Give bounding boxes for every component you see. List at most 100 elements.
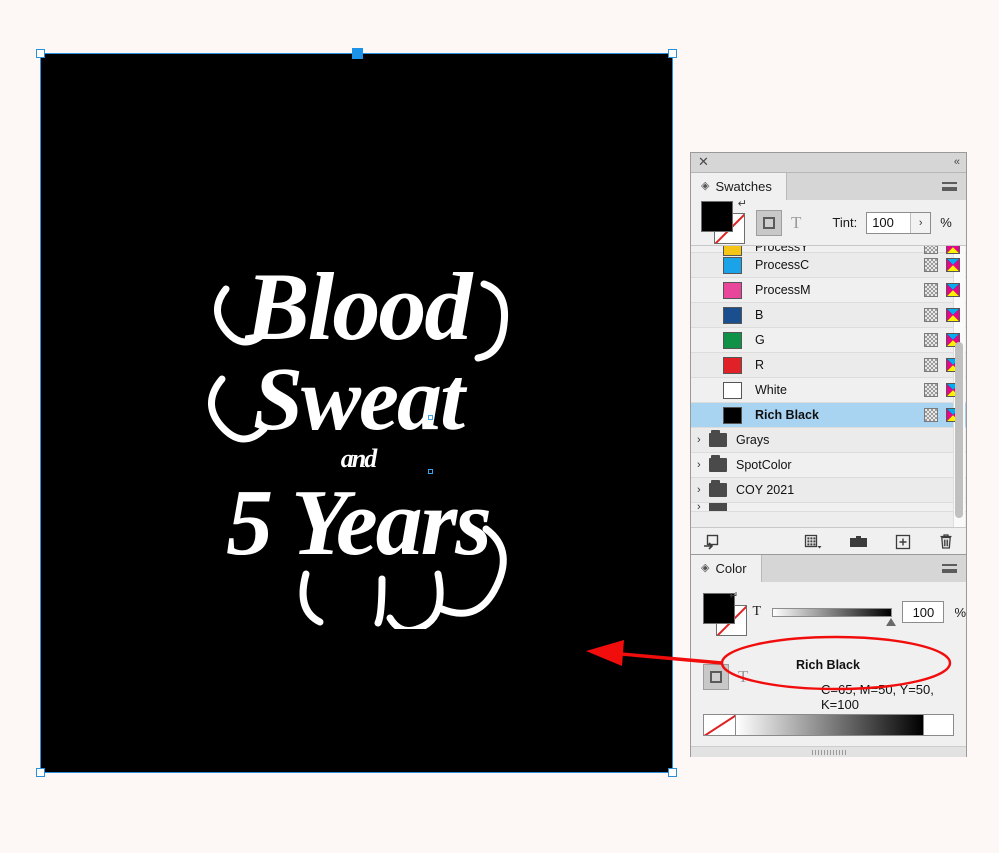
swatches-tabbar: ◈ Swatches [691, 173, 966, 200]
delete-swatch-icon[interactable] [938, 533, 954, 550]
object-fill-mode-button[interactable] [756, 209, 782, 236]
tint-label: Tint: [832, 215, 858, 230]
cmyk-mode-icon [946, 283, 960, 297]
swatch-row-g[interactable]: G [691, 328, 966, 353]
tab-color-label: Color [715, 561, 747, 576]
color-menu-icon[interactable] [932, 555, 966, 582]
chevron-right-icon[interactable]: › [697, 459, 709, 471]
swatch-group-label: COY 2021 [736, 483, 795, 497]
swatch-row-icons [924, 283, 960, 297]
new-swatch-glyph [895, 534, 911, 549]
collapse-panel-icon[interactable]: « [954, 157, 960, 168]
swatch-group-spotcolor[interactable]: › SpotColor [691, 453, 966, 478]
swatch-name: B [755, 308, 764, 322]
swatches-panel[interactable]: ✕ « ◈ Swatches ↵ T Tint: 100 › % Process… [690, 152, 967, 555]
text-fill-mode-button[interactable]: T [791, 213, 801, 233]
new-swatch-icon[interactable] [895, 534, 911, 550]
tint-indicator-icon [924, 283, 938, 297]
swatch-group-label: Grays [736, 433, 770, 447]
swatch-group-grays[interactable]: › Grays [691, 428, 966, 453]
tab-swatches[interactable]: ◈ Swatches [691, 173, 787, 200]
swatch-group-label: SpotColor [736, 458, 792, 472]
cmyk-mode-icon [946, 246, 960, 254]
swatch-color-chip [723, 381, 742, 399]
tabbar-spacer [762, 555, 932, 582]
swatch-color-chip [723, 281, 742, 299]
swatch-row-icons [924, 308, 960, 322]
chevron-right-icon[interactable]: › [697, 434, 709, 446]
swatch-name: G [755, 333, 765, 347]
tint-slider[interactable] [772, 607, 897, 626]
swatch-group-coy-2021[interactable]: › COY 2021 [691, 478, 966, 503]
swatch-name: ProcessM [755, 283, 811, 297]
close-icon[interactable]: ✕ [698, 156, 709, 169]
swatch-name: Rich Black [755, 408, 819, 422]
color-panel-body: ↵ T 100 % T Rich Black C=65, M=50, Y=50,… [691, 582, 966, 757]
swatch-color-chip [723, 246, 742, 256]
swatch-row-processm[interactable]: ProcessM [691, 278, 966, 303]
selection-handle-bottom-right[interactable] [668, 768, 677, 777]
swatch-row-icons [924, 246, 960, 254]
show-swatch-groups-icon[interactable] [703, 534, 720, 550]
swatch-name: ProcessC [755, 258, 810, 272]
new-folder-icon[interactable] [849, 534, 868, 549]
selection-handle-bottom-left[interactable] [36, 768, 45, 777]
swatches-menu-icon[interactable] [932, 173, 966, 200]
tint-indicator-icon [924, 258, 938, 272]
selection-handle-top-right[interactable] [668, 49, 677, 58]
swatches-list[interactable]: ProcessY ProcessC ProcessM B G R White R… [691, 245, 966, 527]
swatch-color-chip [723, 331, 742, 349]
tint-field-group[interactable]: 100 › [866, 211, 932, 234]
tint-indicator-icon [924, 308, 938, 322]
swap-fill-stroke-icon[interactable]: ↵ [738, 198, 747, 210]
swatch-color-chip [723, 256, 742, 274]
diamond-icon: ◈ [701, 562, 710, 574]
swatch-name: R [755, 358, 765, 372]
artboard-selection[interactable]: Blood Sweat and 5 Years [36, 48, 677, 777]
grayscale-ramp[interactable] [736, 715, 923, 735]
object-fill-mode-button[interactable] [703, 664, 729, 690]
tab-color[interactable]: ◈ Color [691, 555, 762, 582]
fill-stroke-proxy[interactable]: ↵ [701, 198, 747, 245]
none-color-swatch[interactable] [704, 715, 736, 735]
panel-resize-grip[interactable] [691, 746, 966, 757]
chevron-right-icon[interactable]: › [697, 484, 709, 496]
color-fill-stroke-proxy[interactable]: ↵ [703, 591, 747, 637]
show-swatch-groups-glyph [704, 534, 719, 550]
folder-icon [709, 430, 727, 447]
tint-indicator-icon [924, 358, 938, 372]
swatches-header-row: ↵ T Tint: 100 › % [691, 198, 966, 245]
swatch-group-partial[interactable]: › [691, 503, 966, 512]
swatches-panel-topbar: ✕ « [691, 153, 966, 173]
artboard[interactable] [40, 53, 673, 773]
swatch-row-white[interactable]: White [691, 378, 966, 403]
swatch-row-b[interactable]: B [691, 303, 966, 328]
color-spectrum-bar[interactable] [703, 714, 954, 736]
tint-value-input[interactable]: 100 [902, 601, 945, 623]
tint-input[interactable]: 100 [867, 212, 911, 233]
color-panel[interactable]: ◈ Color ↵ T 100 % T Rich Black C=65, M=5… [690, 554, 967, 757]
tint-slider-thumb[interactable] [886, 617, 897, 626]
tint-percent-label: % [940, 215, 952, 230]
folder-icon [709, 480, 727, 497]
swatch-row-processy[interactable]: ProcessY [691, 246, 966, 256]
text-fill-mode-button[interactable]: T [738, 667, 748, 687]
tab-swatches-label: Swatches [715, 179, 772, 194]
selection-handle-top-center[interactable] [352, 48, 363, 59]
swap-fill-stroke-icon[interactable]: ↵ [729, 591, 738, 602]
swatch-color-chip [723, 306, 742, 324]
white-color-swatch[interactable] [923, 715, 953, 735]
swatch-row-processc[interactable]: ProcessC [691, 253, 966, 278]
tint-stepper-icon[interactable]: › [910, 212, 931, 233]
diamond-icon: ◈ [701, 180, 710, 192]
new-color-group-icon[interactable] [804, 534, 822, 550]
folder-icon [709, 455, 727, 472]
tint-indicator-icon [924, 333, 938, 347]
color-cmyk-values: C=65, M=50, Y=50, K=100 [821, 682, 934, 712]
swatch-row-rich-black[interactable]: Rich Black [691, 403, 966, 428]
swatches-scrollbar-thumb[interactable] [955, 342, 963, 518]
chevron-right-icon[interactable]: › [697, 503, 709, 511]
fill-swatch[interactable] [701, 200, 733, 232]
selection-handle-top-left[interactable] [36, 49, 45, 58]
swatch-row-r[interactable]: R [691, 353, 966, 378]
